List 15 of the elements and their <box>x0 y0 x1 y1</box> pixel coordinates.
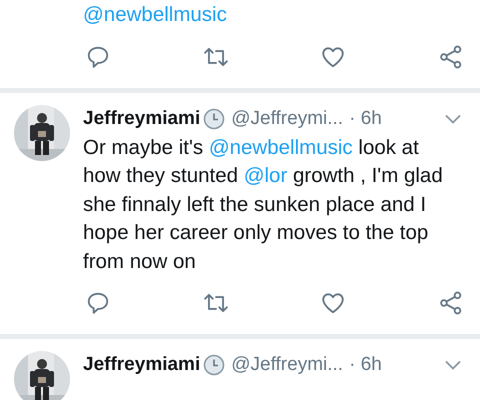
clock-icon <box>203 108 226 130</box>
tweet-time: · 6h <box>349 108 382 130</box>
mention-link[interactable]: @newbellmusic <box>208 136 353 158</box>
user-name[interactable]: Jeffreymiami <box>83 354 200 376</box>
tweet-time: · 6h <box>349 354 382 376</box>
share-icon[interactable] <box>438 290 464 316</box>
user-name[interactable]: Jeffreymiami <box>83 108 200 130</box>
mention-link[interactable]: @newbellmusic <box>83 3 227 26</box>
share-icon[interactable] <box>438 44 464 70</box>
mention-link[interactable]: @lor <box>244 164 288 187</box>
reply-icon[interactable] <box>85 290 111 316</box>
tweet-text: Or maybe it's @newbellmusic look at how they stunted @lor growth , I'm glad she finnaly left the sunken place and I hope her career only moves to the top from now on <box>83 134 444 274</box>
user-handle: @Jeffreymi... <box>231 354 344 376</box>
user-handle: @Jeffreymi... <box>231 108 344 130</box>
clock-icon <box>203 354 226 376</box>
